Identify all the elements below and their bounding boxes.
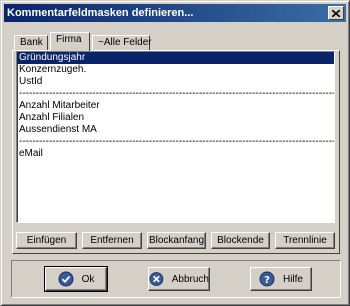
cancel-icon [149,272,164,286]
list-item[interactable]: Anzahl Mitarbeiter [17,100,334,112]
remove-button[interactable]: Entfernen [82,232,142,249]
tab-firma[interactable]: Firma [50,32,90,51]
help-icon: ? [259,271,275,287]
tab-bank[interactable]: Bank [14,35,48,50]
field-list[interactable]: Gründungsjahr Konzernzugeh. UstId ------… [16,51,335,223]
list-item[interactable]: Aussendienst MA [17,124,334,136]
checkmark-icon [58,271,74,287]
ok-button[interactable]: Ok [44,266,108,292]
insert-button[interactable]: Einfügen [16,232,77,249]
cancel-label: Abbruch [171,273,209,285]
svg-text:?: ? [264,275,270,286]
tab-alle-felder[interactable]: ~Alle Felder [92,35,152,50]
block-start-button[interactable]: Blockanfang [147,232,206,249]
tab-label: ~Alle Felder [98,37,152,48]
cancel-button[interactable]: Abbruch [148,267,210,291]
list-separator[interactable]: ----------------------------------------… [17,136,334,148]
list-item[interactable]: eMail [17,148,334,160]
help-label: Hilfe [282,273,303,285]
tab-label: Firma [56,34,82,45]
title-bar[interactable]: Kommentarfeldmasken definieren... [4,4,346,22]
list-item[interactable]: Gründungsjahr [17,52,334,64]
list-item[interactable]: UstId [17,76,334,88]
tab-panel: Gründungsjahr Konzernzugeh. UstId ------… [12,50,340,254]
list-item[interactable]: Anzahl Filialen [17,112,334,124]
dialog-buttons-frame: Ok Abbruch ? Hilfe [11,260,341,298]
window-title: Kommentarfeldmasken definieren... [7,7,194,19]
close-button[interactable] [328,6,344,20]
separator-button[interactable]: Trennlinie [275,232,335,249]
list-item[interactable]: Konzernzugeh. [17,64,334,76]
ok-label: Ok [81,273,95,285]
block-end-button[interactable]: Blockende [211,232,270,249]
tab-label: Bank [20,37,43,48]
list-separator[interactable]: ----------------------------------------… [17,88,334,100]
help-button[interactable]: ? Hilfe [250,267,312,291]
close-icon [332,9,340,17]
